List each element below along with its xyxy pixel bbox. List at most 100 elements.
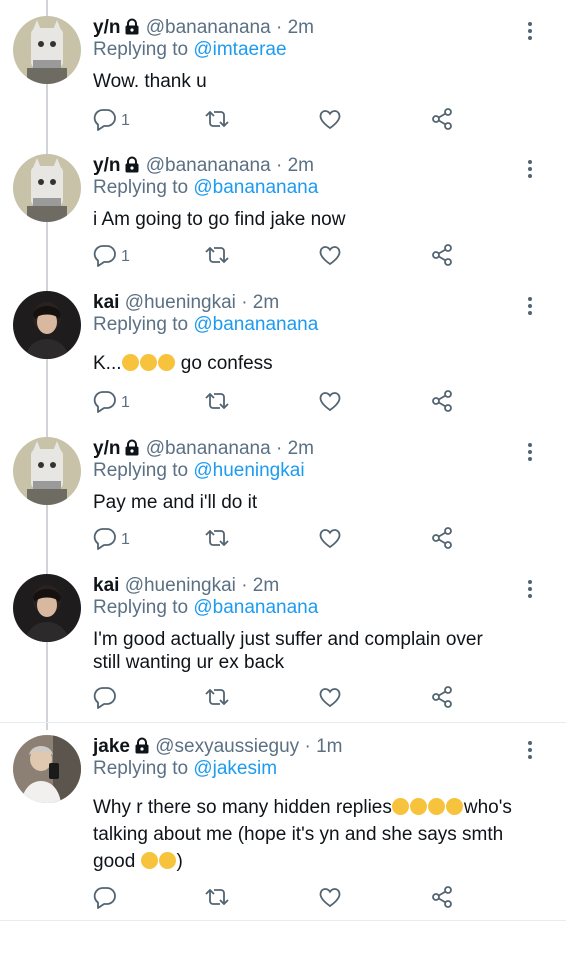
tweet-actions: 1 (93, 107, 473, 136)
user-handle[interactable]: @banananana (146, 438, 271, 459)
tweet-header: kai @hueningkai · 2m (93, 574, 279, 598)
display-name[interactable]: kai (93, 575, 119, 596)
reply-button[interactable]: 1 (93, 108, 130, 134)
tweet-actions (93, 885, 473, 914)
more-vertical-icon[interactable] (524, 158, 536, 180)
share-icon (430, 107, 454, 136)
thinking-emoji-icon (139, 354, 157, 371)
retweet-button[interactable] (204, 244, 230, 270)
replying-to-handle[interactable]: @banananana (193, 314, 318, 335)
retweet-button[interactable] (204, 390, 230, 416)
tweet[interactable]: y/n @banananana · 2m Replying to @imtaer… (0, 16, 566, 136)
replying-to: Replying to @banananana (93, 313, 318, 337)
share-button[interactable] (430, 389, 454, 416)
like-button[interactable] (318, 390, 342, 416)
retweet-icon (204, 243, 230, 272)
retweet-icon (204, 107, 230, 136)
tweet-actions: 1 (93, 526, 473, 555)
heart-icon (318, 107, 342, 136)
thinking-emoji-icon (121, 354, 139, 371)
timestamp[interactable]: 2m (288, 438, 314, 459)
more-vertical-icon[interactable] (524, 739, 536, 761)
replying-to-handle[interactable]: @imtaerae (193, 39, 286, 60)
reply-icon (93, 885, 117, 914)
more-vertical-icon[interactable] (524, 578, 536, 600)
replying-to: Replying to @banananana (93, 596, 318, 620)
heart-eyes-emoji-icon (158, 852, 176, 869)
reply-button[interactable]: 1 (93, 390, 130, 416)
replying-to-handle[interactable]: @banananana (193, 597, 318, 618)
replying-to-handle[interactable]: @banananana (193, 177, 318, 198)
display-name[interactable]: y/n (93, 438, 120, 459)
retweet-icon (204, 685, 230, 714)
share-button[interactable] (430, 243, 454, 270)
replying-prefix: Replying to (93, 597, 189, 618)
like-button[interactable] (318, 527, 342, 553)
timestamp[interactable]: 2m (288, 17, 314, 38)
avatar[interactable] (13, 574, 81, 642)
share-button[interactable] (430, 685, 454, 712)
more-vertical-icon[interactable] (524, 441, 536, 463)
replying-to-handle[interactable]: @jakesim (193, 758, 277, 779)
share-icon (430, 885, 454, 914)
like-button[interactable] (318, 886, 342, 912)
avatar[interactable] (13, 735, 81, 803)
tweet[interactable]: kai @hueningkai · 2m Replying to @banana… (0, 574, 566, 714)
share-button[interactable] (430, 526, 454, 555)
tweet[interactable]: y/n @banananana · 2m Replying to @banana… (0, 154, 566, 274)
crying-emoji-icon (445, 798, 463, 815)
user-handle[interactable]: @sexyaussieguy (155, 736, 299, 757)
reply-button[interactable] (93, 886, 121, 912)
avatar[interactable] (13, 291, 81, 359)
share-icon (430, 526, 454, 555)
tweet-text-start: Why r there so many hidden replies (93, 797, 392, 818)
user-handle[interactable]: @banananana (146, 17, 271, 38)
retweet-icon (204, 389, 230, 418)
timestamp[interactable]: 2m (253, 292, 279, 313)
user-handle[interactable]: @banananana (146, 155, 271, 176)
display-name[interactable]: y/n (93, 17, 120, 38)
avatar[interactable] (13, 16, 81, 84)
replying-prefix: Replying to (93, 758, 189, 779)
reply-button[interactable]: 1 (93, 527, 130, 553)
replying-to: Replying to @hueningkai (93, 459, 305, 483)
share-button[interactable] (430, 107, 454, 136)
replying-prefix: Replying to (93, 177, 189, 198)
user-handle[interactable]: @hueningkai (125, 292, 236, 313)
timestamp[interactable]: 2m (288, 155, 314, 176)
replying-prefix: Replying to (93, 39, 189, 60)
display-name[interactable]: jake (93, 736, 130, 757)
share-button[interactable] (430, 885, 454, 914)
reply-count: 1 (121, 531, 130, 548)
separator-dot: · (275, 155, 283, 176)
like-button[interactable] (318, 108, 342, 134)
display-name[interactable]: y/n (93, 155, 120, 176)
display-name[interactable]: kai (93, 292, 119, 313)
timestamp[interactable]: 1m (316, 736, 342, 757)
more-vertical-icon[interactable] (524, 295, 536, 317)
tweet-text: Pay me and i'll do it (93, 492, 258, 513)
tweet[interactable]: jake @sexyaussieguy · 1m Replying to @ja… (0, 735, 566, 915)
retweet-button[interactable] (204, 686, 230, 712)
reply-button[interactable] (93, 686, 121, 712)
like-button[interactable] (318, 244, 342, 270)
separator-dot: · (241, 575, 248, 596)
avatar[interactable] (13, 154, 81, 222)
timestamp[interactable]: 2m (253, 575, 279, 596)
user-handle[interactable]: @hueningkai (125, 575, 236, 596)
tweet-actions: 1 (93, 389, 473, 416)
reply-button[interactable]: 1 (93, 244, 130, 270)
replying-prefix: Replying to (93, 314, 189, 335)
more-vertical-icon[interactable] (524, 20, 536, 42)
avatar[interactable] (13, 437, 81, 505)
retweet-button[interactable] (204, 886, 230, 912)
like-button[interactable] (318, 686, 342, 712)
retweet-button[interactable] (204, 527, 230, 553)
retweet-button[interactable] (204, 108, 230, 134)
divider (0, 920, 566, 921)
tweet[interactable]: kai @hueningkai · 2m Replying to @banana… (0, 291, 566, 419)
replying-to-handle[interactable]: @hueningkai (193, 460, 304, 481)
reply-count: 1 (121, 394, 130, 411)
heart-icon (318, 243, 342, 272)
tweet[interactable]: y/n @banananana · 2m Replying to @huenin… (0, 437, 566, 557)
